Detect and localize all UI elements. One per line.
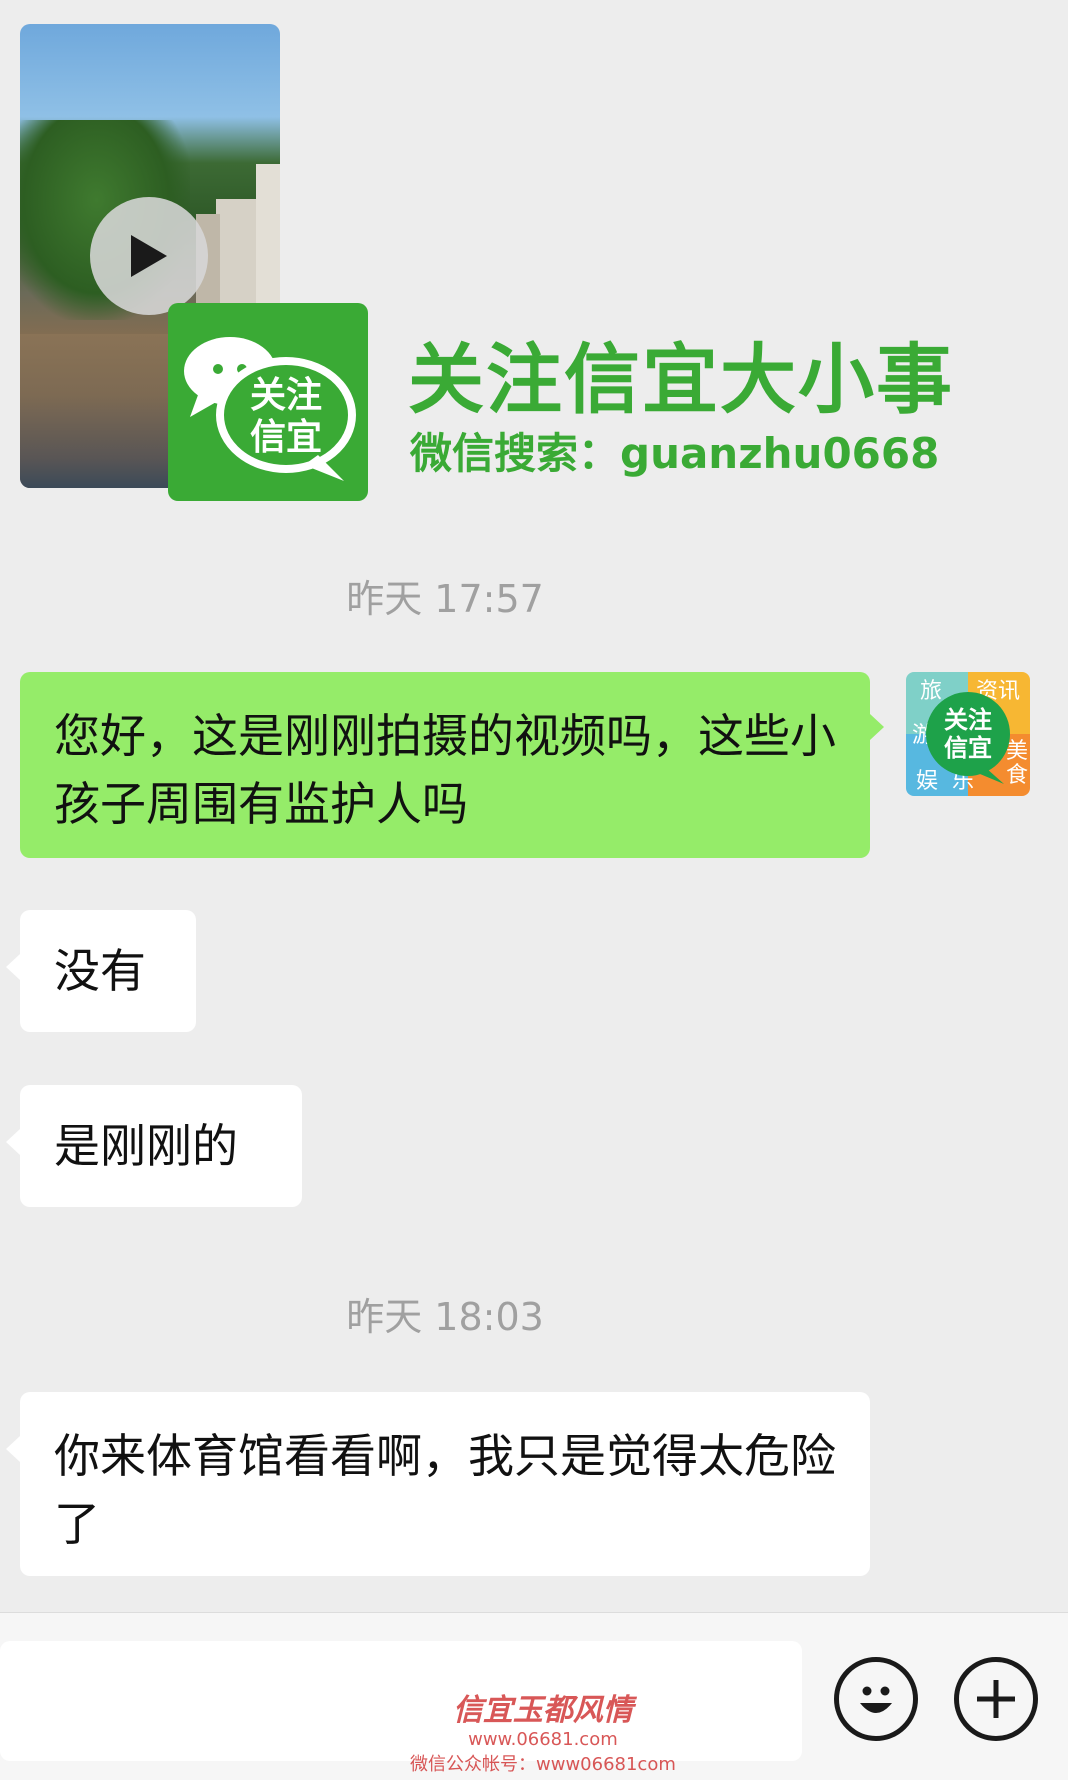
svg-text:信宜: 信宜 [944, 734, 992, 762]
building-shape [256, 164, 280, 319]
incoming-message-bubble[interactable]: 是刚刚的 [6, 1085, 302, 1207]
message-text: 您好，这是刚刚拍摄的视频吗，这些小孩子周围有监护人吗 [54, 709, 836, 831]
message-text: 是刚刚的 [54, 1119, 238, 1173]
site-watermark: 信宜玉都风情 www.06681.com 微信公众帐号：www06681com [410, 1685, 676, 1776]
watermark-title: 信宜玉都风情 [452, 1693, 633, 1728]
incoming-message-bubble[interactable]: 你来体育馆看看啊，我只是觉得太危险了 [6, 1392, 870, 1576]
watermark-url: www.06681.com [468, 1729, 618, 1750]
plus-icon[interactable] [954, 1657, 1038, 1741]
message-input[interactable] [0, 1641, 802, 1761]
play-icon[interactable] [90, 197, 208, 315]
brand-logo: 关注 信宜 [168, 303, 368, 501]
timestamp: 昨天 18:03 [346, 1295, 544, 1339]
message-text: 你来体育馆看看啊，我只是觉得太危险了 [54, 1429, 836, 1551]
smiley-icon[interactable] [834, 1657, 918, 1741]
svg-text:美: 美 [1006, 739, 1028, 764]
outgoing-message-bubble[interactable]: 您好，这是刚刚拍摄的视频吗，这些小孩子周围有监护人吗 [20, 672, 884, 858]
banner-subtitle: 微信搜索：guanzhu0668 [410, 429, 940, 478]
logo-text-top: 关注 [250, 375, 322, 416]
logo-text-bottom: 信宜 [250, 417, 322, 458]
watermark-account: 微信公众帐号：www06681com [410, 1754, 676, 1775]
svg-text:关注: 关注 [944, 706, 992, 734]
avatar[interactable]: 旅 资讯 游 美 食 娱 乐 关注 信宜 [906, 672, 1030, 796]
banner-title: 关注信宜大小事 [408, 335, 954, 424]
svg-text:旅: 旅 [920, 679, 942, 704]
message-text: 没有 [54, 944, 146, 998]
timestamp: 昨天 17:57 [346, 577, 544, 621]
building-shape [216, 199, 260, 319]
incoming-message-bubble[interactable]: 没有 [6, 910, 196, 1032]
svg-text:食: 食 [1006, 763, 1028, 788]
svg-text:娱: 娱 [916, 769, 938, 794]
